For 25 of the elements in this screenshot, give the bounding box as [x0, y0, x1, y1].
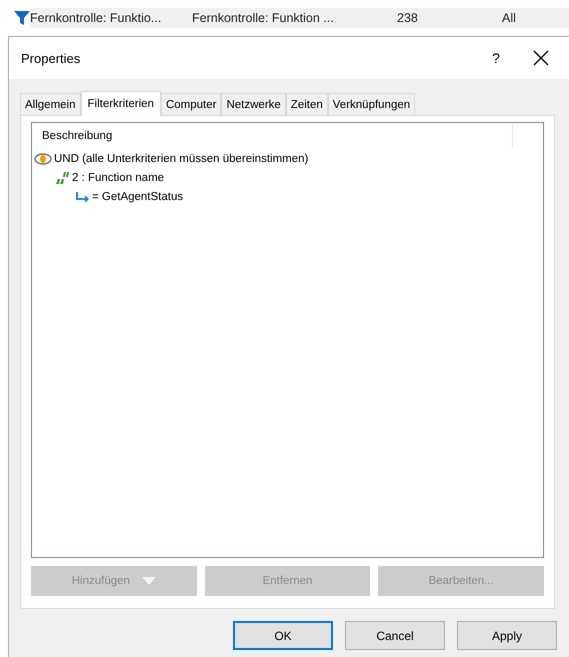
- list-cell-text: Fernkontrolle: Funktion ...: [192, 11, 335, 25]
- tab[interactable]: Verknüpfungen: [328, 93, 416, 115]
- window-title: Properties: [21, 50, 82, 66]
- tab[interactable]: Allgemein: [20, 93, 80, 115]
- caret-icon: [142, 577, 156, 585]
- close-icon[interactable]: [533, 50, 549, 66]
- list-cell-text: Fernkontrolle: Funktio...: [30, 11, 162, 25]
- tab[interactable]: Computer: [160, 93, 222, 115]
- tab[interactable]: Netzwerke: [221, 93, 286, 115]
- column-header[interactable]: Beschreibung: [32, 125, 513, 147]
- quote-marks-icon: [54, 170, 70, 184]
- tree-item[interactable]: = GetAgentStatus: [92, 190, 184, 202]
- list-cell-text: 238: [397, 11, 419, 25]
- arrow-icon: [74, 190, 90, 202]
- dialog-button[interactable]: Apply: [457, 621, 557, 650]
- dialog-button[interactable]: OK: [233, 621, 333, 650]
- tab[interactable]: Filterkriterien: [80, 91, 161, 116]
- tree-item[interactable]: UND (alle Unterkriterien müssen übereinstimmen): [54, 152, 308, 164]
- help-button[interactable]: ?: [481, 50, 511, 66]
- dialog-button[interactable]: Cancel: [345, 621, 445, 650]
- tree-item[interactable]: 2 : Function name: [72, 172, 164, 184]
- tab[interactable]: Zeiten: [286, 93, 328, 115]
- and-operator-icon: [34, 152, 52, 164]
- list-cell: All: [502, 11, 516, 25]
- filter-icon: [14, 10, 30, 26]
